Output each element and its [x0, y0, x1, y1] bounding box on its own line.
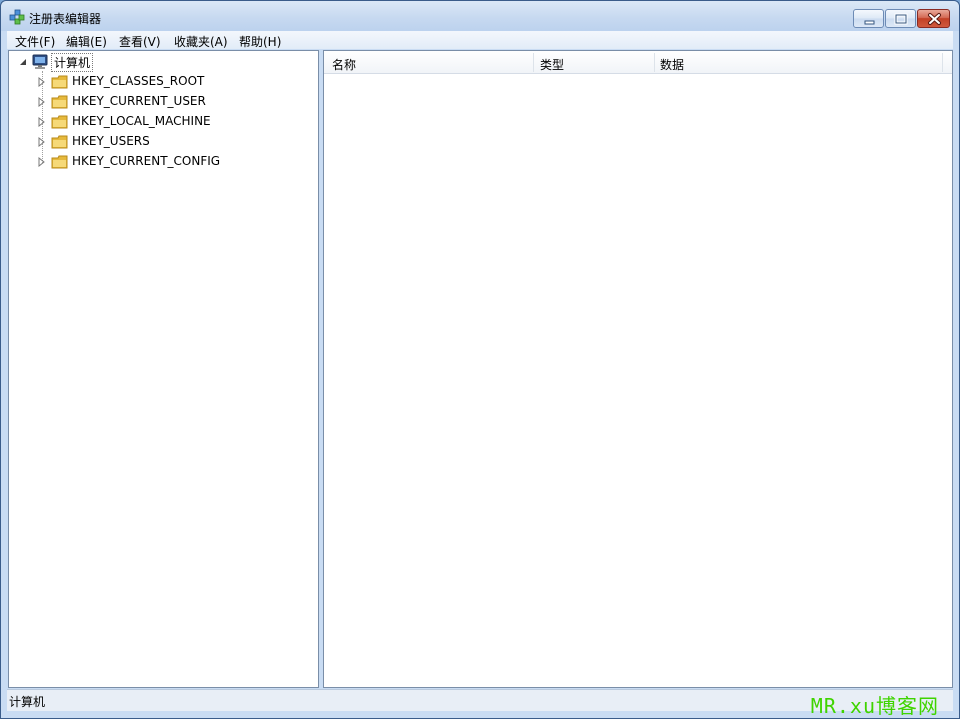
restore-icon — [894, 13, 908, 25]
menu-help[interactable]: 帮助(H) — [239, 32, 281, 51]
column-divider[interactable] — [654, 53, 655, 72]
computer-icon — [32, 54, 48, 69]
tree-item-label: HKEY_CURRENT_USER — [72, 94, 206, 108]
window-title: 注册表编辑器 — [29, 12, 102, 26]
folder-icon — [51, 75, 68, 89]
expand-triangle-icon[interactable] — [37, 77, 47, 87]
tree-root-computer[interactable]: 计算机 — [9, 53, 109, 72]
close-button[interactable] — [917, 9, 950, 28]
tree-item-label: HKEY_CLASSES_ROOT — [72, 74, 205, 88]
title-bar[interactable]: 注册表编辑器 — [1, 1, 959, 31]
column-header-name[interactable]: 名称 — [332, 56, 356, 73]
menu-edit[interactable]: 编辑(E) — [66, 32, 107, 51]
close-icon — [928, 13, 941, 25]
expand-triangle-icon[interactable] — [37, 137, 47, 147]
status-path: 计算机 — [9, 695, 46, 709]
tree-item-hkcc[interactable]: HKEY_CURRENT_CONFIG — [9, 153, 259, 171]
folder-icon — [51, 135, 68, 149]
column-header-data[interactable]: 数据 — [660, 56, 684, 73]
watermark: MR.xu博客网 — [810, 694, 939, 718]
expand-triangle-icon[interactable] — [37, 157, 47, 167]
folder-icon — [51, 95, 68, 109]
list-header: 名称 类型 数据 — [324, 51, 952, 74]
menu-file[interactable]: 文件(F) — [15, 32, 55, 51]
column-divider[interactable] — [942, 53, 943, 72]
tree-item-hkcu[interactable]: HKEY_CURRENT_USER — [9, 93, 259, 111]
status-bar: 计算机 MR.xu博客网 — [7, 689, 953, 718]
menu-favorites[interactable]: 收藏夹(A) — [174, 32, 228, 51]
column-header-type[interactable]: 类型 — [540, 56, 564, 73]
menu-view[interactable]: 查看(V) — [119, 32, 161, 51]
menu-bar: 文件(F) 编辑(E) 查看(V) 收藏夹(A) 帮助(H) — [7, 31, 953, 49]
folder-icon — [51, 155, 68, 169]
registry-editor-window: 注册表编辑器 文件(F) 编辑(E) 查看(V) 收藏夹(A) 帮助(H) 计算… — [0, 0, 960, 719]
maximize-button[interactable] — [885, 9, 916, 28]
minimize-button[interactable] — [853, 9, 884, 28]
tree-root-label: 计算机 — [51, 53, 94, 72]
values-list-panel[interactable]: 名称 类型 数据 — [323, 50, 953, 688]
key-tree-panel[interactable]: 计算机 HKEY_CLASSES_ROOT HKEY_CURRENT_USER — [8, 50, 319, 688]
expand-triangle-icon[interactable] — [37, 97, 47, 107]
tree-item-hku[interactable]: HKEY_USERS — [9, 133, 259, 151]
tree-item-label: HKEY_CURRENT_CONFIG — [72, 154, 221, 168]
tree-item-hklm[interactable]: HKEY_LOCAL_MACHINE — [9, 113, 259, 131]
minimize-icon — [864, 20, 875, 25]
tree-item-hkcr[interactable]: HKEY_CLASSES_ROOT — [9, 73, 259, 91]
tree-item-label: HKEY_USERS — [72, 134, 150, 148]
regedit-app-icon — [9, 9, 25, 25]
column-divider[interactable] — [533, 53, 534, 72]
collapse-triangle-icon[interactable] — [18, 57, 28, 67]
tree-item-label: HKEY_LOCAL_MACHINE — [72, 114, 211, 128]
folder-icon — [51, 115, 68, 129]
expand-triangle-icon[interactable] — [37, 117, 47, 127]
